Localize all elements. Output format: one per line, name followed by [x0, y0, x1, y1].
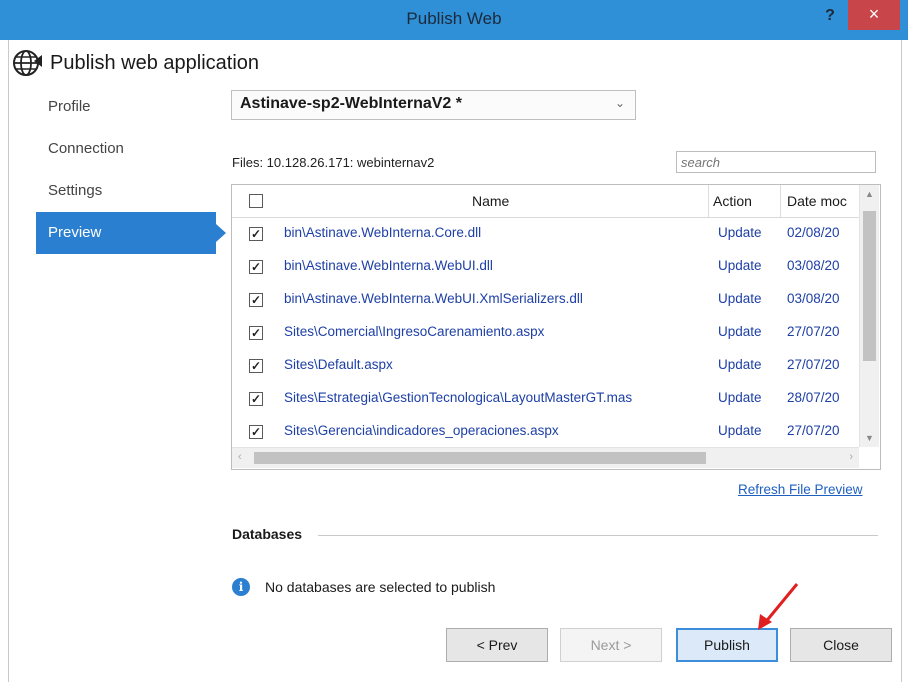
- scroll-down-icon[interactable]: ▼: [860, 433, 879, 443]
- table-row[interactable]: ✓ bin\Astinave.WebInterna.WebUI.XmlSeria…: [232, 283, 859, 316]
- info-icon: i: [232, 578, 250, 596]
- file-action: Update: [718, 357, 762, 372]
- column-header-name[interactable]: Name: [472, 193, 509, 209]
- file-date: 03/08/20: [787, 258, 840, 273]
- file-date: 27/07/20: [787, 357, 840, 372]
- table-row[interactable]: ✓ Sites\Estrategia\GestionTecnologica\La…: [232, 382, 859, 415]
- vertical-scrollbar[interactable]: ▲ ▼: [859, 185, 879, 447]
- row-checkbox[interactable]: ✓: [249, 359, 263, 373]
- file-date: 27/07/20: [787, 324, 840, 339]
- scroll-up-icon[interactable]: ▲: [860, 189, 879, 199]
- file-action: Update: [718, 423, 762, 438]
- file-date: 28/07/20: [787, 390, 840, 405]
- chevron-down-icon: ⌄: [614, 96, 625, 110]
- file-action: Update: [718, 291, 762, 306]
- files-table: Name Action Date moc ✓ bin\Astinave.WebI…: [231, 184, 881, 470]
- file-name: bin\Astinave.WebInterna.WebUI.dll: [284, 258, 493, 273]
- search-input[interactable]: [676, 151, 876, 173]
- window-title: Publish Web: [406, 9, 502, 28]
- sidebar-item-profile[interactable]: Profile: [36, 86, 216, 128]
- table-row[interactable]: ✓ bin\Astinave.WebInterna.Core.dll Updat…: [232, 217, 859, 250]
- table-row[interactable]: ✓ bin\Astinave.WebInterna.WebUI.dll Upda…: [232, 250, 859, 283]
- column-divider[interactable]: [780, 185, 781, 217]
- table-header: Name Action Date moc: [232, 185, 859, 218]
- row-checkbox[interactable]: ✓: [249, 260, 263, 274]
- file-name: bin\Astinave.WebInterna.WebUI.XmlSeriali…: [284, 291, 583, 306]
- horizontal-scroll-thumb[interactable]: [254, 452, 706, 464]
- file-action: Update: [718, 390, 762, 405]
- row-checkbox[interactable]: ✓: [249, 425, 263, 439]
- column-divider[interactable]: [708, 185, 709, 217]
- close-window-button[interactable]: ×: [848, 0, 900, 30]
- row-checkbox[interactable]: ✓: [249, 392, 263, 406]
- sidebar-item-settings[interactable]: Settings: [36, 170, 216, 212]
- databases-message: No databases are selected to publish: [265, 579, 496, 595]
- close-button[interactable]: Close: [790, 628, 892, 662]
- sidebar-item-connection[interactable]: Connection: [36, 128, 216, 170]
- file-action: Update: [718, 225, 762, 240]
- title-bar: Publish Web ? ×: [0, 0, 908, 40]
- file-date: 02/08/20: [787, 225, 840, 240]
- row-checkbox[interactable]: ✓: [249, 326, 263, 340]
- file-date: 27/07/20: [787, 423, 840, 438]
- refresh-file-preview-link[interactable]: Refresh File Preview: [738, 482, 863, 497]
- row-checkbox[interactable]: ✓: [249, 293, 263, 307]
- profile-dropdown[interactable]: Astinave-sp2-WebInternaV2 * ⌄: [231, 90, 636, 120]
- scroll-left-icon[interactable]: ‹: [238, 451, 242, 463]
- prev-button[interactable]: < Prev: [446, 628, 548, 662]
- sidebar: Profile Connection Settings Preview: [36, 86, 226, 254]
- globe-publish-icon: [13, 50, 42, 76]
- column-header-action[interactable]: Action: [713, 193, 752, 209]
- file-name: Sites\Estrategia\GestionTecnologica\Layo…: [284, 390, 633, 405]
- table-row[interactable]: ✓ Sites\Default.aspx Update 27/07/20: [232, 349, 859, 382]
- file-date: 03/08/20: [787, 291, 840, 306]
- file-name: Sites\Gerencia\indicadores_operaciones.a…: [284, 423, 559, 438]
- dialog-heading: Publish web application: [50, 51, 260, 74]
- section-divider: [318, 535, 878, 536]
- column-header-date[interactable]: Date moc: [787, 193, 847, 209]
- databases-heading: Databases: [232, 526, 303, 542]
- scroll-right-icon[interactable]: ›: [849, 451, 853, 463]
- publish-button[interactable]: Publish: [676, 628, 778, 662]
- vertical-scroll-thumb[interactable]: [863, 211, 876, 361]
- horizontal-scrollbar[interactable]: ‹ ›: [232, 447, 859, 468]
- row-checkbox[interactable]: ✓: [249, 227, 263, 241]
- files-target-label: Files: 10.128.26.171: webinternav2: [232, 155, 435, 170]
- file-name: Sites\Default.aspx: [284, 357, 393, 372]
- annotation-arrow-icon: [758, 583, 799, 630]
- next-button[interactable]: Next >: [560, 628, 662, 662]
- file-action: Update: [718, 258, 762, 273]
- file-action: Update: [718, 324, 762, 339]
- table-row[interactable]: ✓ Sites\Comercial\IngresoCarenamiento.as…: [232, 316, 859, 349]
- sidebar-item-preview[interactable]: Preview: [36, 212, 226, 254]
- dialog-header: Publish web application: [12, 46, 259, 80]
- help-button[interactable]: ?: [818, 4, 842, 28]
- file-name: Sites\Comercial\IngresoCarenamiento.aspx: [284, 324, 545, 339]
- table-row[interactable]: ✓ Sites\Gerencia\indicadores_operaciones…: [232, 415, 859, 448]
- select-all-checkbox[interactable]: [249, 194, 263, 208]
- profile-selected-value: Astinave-sp2-WebInternaV2 *: [240, 95, 462, 112]
- file-name: bin\Astinave.WebInterna.Core.dll: [284, 225, 482, 240]
